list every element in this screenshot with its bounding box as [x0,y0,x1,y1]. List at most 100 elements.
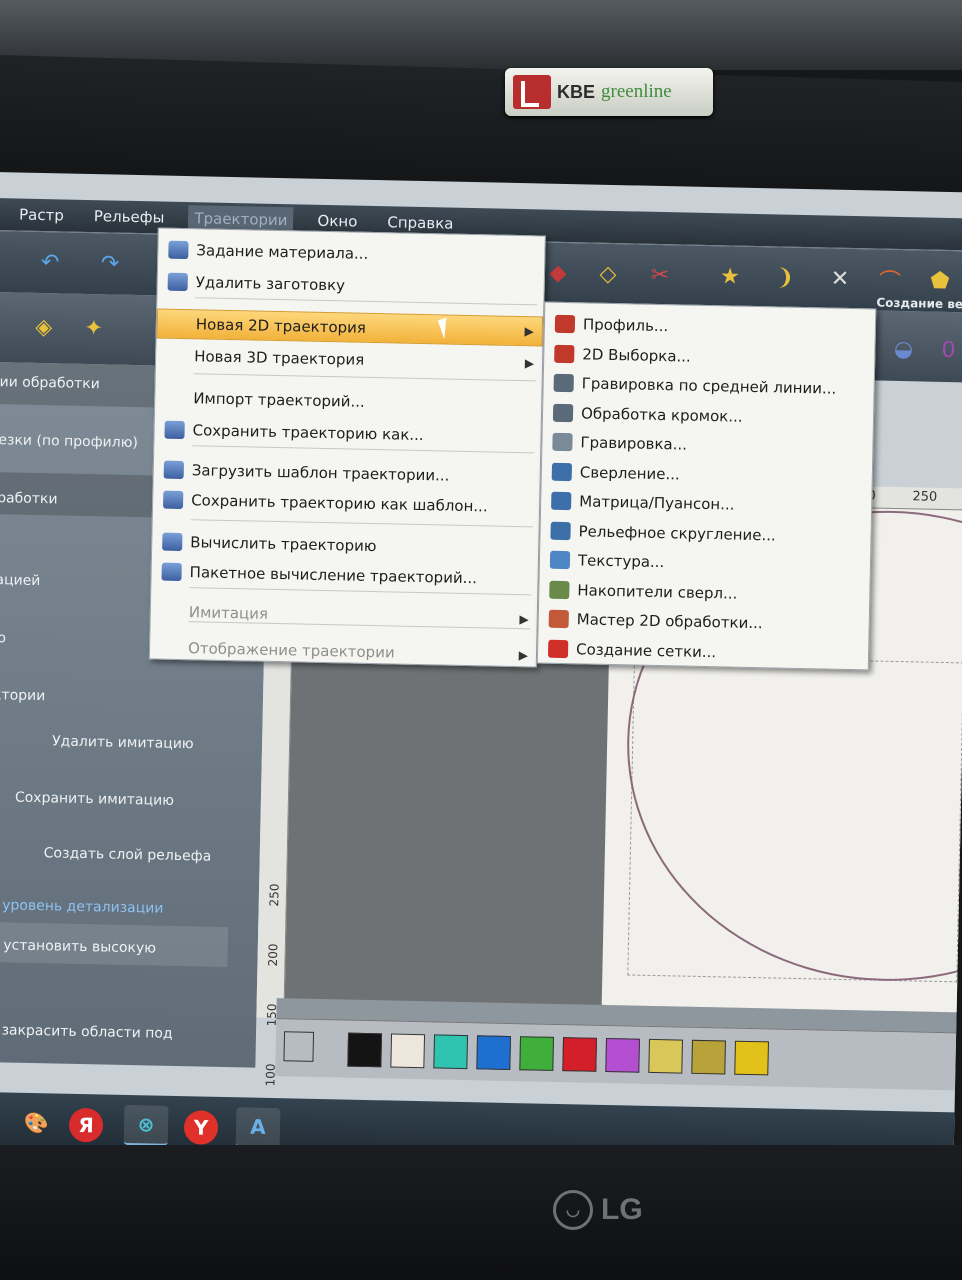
edge-icon [552,403,574,422]
new-2d-toolpath-submenu: Профиль... 2D Выборка... Гравировка по сре… [536,301,877,671]
lp-row[interactable]: езки (по профилю) [0,432,138,451]
color-swatch[interactable] [347,1032,383,1068]
bowl-icon[interactable]: ◒ [885,331,922,368]
toolbar-vector-icon[interactable]: ◇ [590,256,627,293]
menu-item-label: Пакетное вычисление траекторий... [189,563,478,588]
lg-logo-icon: ◡ [553,1190,593,1230]
toolbar-arc-icon[interactable]: ❩ [767,259,804,296]
drill-bank-icon [549,580,570,599]
toolpaths-menu: Задание материала... Удалить заготовку Нов… [148,227,546,668]
color-swatch[interactable] [433,1034,469,1070]
artcam-icon[interactable]: ⊗ [123,1104,169,1146]
submenu-item-label: Профиль... [582,315,669,336]
menu-item-label: Удалить заготовку [195,273,346,295]
batch-calculate-icon [161,562,182,582]
lp-row[interactable]: ии обработки [0,374,100,392]
toolbar-tools-icon[interactable]: ✂ [642,257,679,294]
yandex-browser-icon[interactable]: Y [183,1110,219,1145]
lg-logo: ◡ LG [553,1190,643,1230]
menu-item-label: Загрузить шаблон траектории... [191,461,450,485]
sparkle-icon[interactable]: ✦ [75,310,112,347]
grid-icon [547,639,569,658]
badge-line: greenline [601,81,672,102]
load-template-icon [163,460,184,480]
submenu-item-label: Матрица/Пуансон... [579,492,735,514]
zero-icon[interactable]: 0 [930,332,962,369]
yandex-icon[interactable]: Я [68,1107,104,1143]
detail-level-link[interactable]: й уровень детализации [0,897,164,917]
layer-icon[interactable]: ◈ [25,309,62,346]
blank-icon [166,347,186,365]
lp-row[interactable]: ацией [0,572,41,589]
toolpaths-menu-item[interactable]: Имитация ▶ [151,596,538,634]
color-swatch[interactable] [476,1035,512,1071]
color-swatch[interactable] [605,1038,640,1073]
menu-raster[interactable]: Растр [13,201,70,228]
kbe-logo-badge: KBE greenline [505,68,713,116]
menu-item-label: Импорт траекторий... [193,389,365,411]
toolpaths-menu-item[interactable]: Удалить заготовку [157,266,544,304]
submenu-arrow-icon: ▶ [524,356,535,371]
toolbar-curve-icon[interactable]: ⌒ [872,261,909,298]
menu-item-label: Сохранить траекторию как шаблон... [190,491,488,516]
submenu-item-label: Накопители сверл... [577,580,738,603]
save-simulation-button[interactable]: Сохранить имитацию [15,790,174,809]
calculate-icon [162,532,183,552]
toolbar-shape-icon[interactable]: ⬟ [922,262,959,299]
menu-item-label: Вычислить траекторию [190,533,377,556]
redo-icon[interactable]: ↷ [92,245,129,282]
submenu-arrow-icon: ▶ [518,648,529,663]
color-swatch[interactable] [734,1040,769,1076]
undo-icon[interactable]: ↶ [32,244,69,281]
create-relief-layer-button[interactable]: Создать слой рельефа [44,845,212,865]
submenu-item-label: Сверление... [579,462,680,483]
menu-item-label: Новая 2D траектория [195,315,367,337]
blank-icon [160,639,180,657]
submenu-item-label: Гравировка по средней линии... [581,374,837,398]
submenu-item[interactable]: Создание сетки... [538,633,869,670]
ruler-tick: 200 [265,943,281,967]
blank-icon [168,315,188,333]
drill-icon [551,462,573,481]
lp-hint: ы закрасить области под [0,1022,173,1042]
delete-simulation-button[interactable]: Удалить имитацию [52,733,194,752]
horizontal-ruler: 0 250 [867,486,962,511]
lg-brand: LG [601,1193,643,1226]
save-template-icon [162,490,184,510]
texture-icon [549,550,571,570]
color-swatch[interactable] [519,1036,555,1071]
toolpaths-menu-item[interactable]: Сохранить траекторию как... [154,414,541,452]
submenu-arrow-icon: ▶ [524,324,534,339]
submenu-item-label: Гравировка... [580,433,688,454]
lp-row[interactable]: работки [0,490,58,507]
submenu-item-label: Мастер 2D обработки... [576,610,763,633]
menu-item-label: Отображение траектории [187,639,395,662]
submenu-item-label: Обработка кромок... [580,403,743,426]
paint-icon[interactable]: 🎨 [14,1103,59,1144]
relief-fillet-icon [550,521,571,540]
current-color-swatch[interactable] [283,1031,315,1062]
color-swatch[interactable] [390,1033,426,1069]
toolbar-star-icon[interactable]: ★ [712,258,749,295]
pocket-icon [554,344,575,363]
color-swatch[interactable] [691,1039,726,1075]
artcam-app-icon[interactable]: A [235,1107,281,1149]
ruler-tick: 250 [912,489,938,505]
toolbar-cut-icon[interactable]: ✕ [822,260,859,297]
submenu-item-label: Рельефное скругление... [578,521,776,544]
submenu-item-label: Текстура... [577,551,665,572]
matrix-punch-icon [551,491,572,511]
delete-blank-icon [167,272,188,292]
centerline-engrave-icon [553,373,574,393]
monitor-bottom-bezel [0,1145,962,1280]
ruler-tick: 250 [267,883,282,907]
lp-row[interactable]: ктории [0,687,45,704]
color-swatch[interactable] [648,1038,683,1074]
lp-row[interactable]: ю [0,630,6,646]
menu-item-label: Задание материала... [196,241,369,263]
monitor-screen: Растр Рельефы Траектории Окно Справка ↶ … [0,172,962,1173]
color-swatch[interactable] [562,1037,597,1072]
menu-item-label: Имитация [188,603,269,623]
photo-stage: KBE greenline Растр Рельефы Траектории О… [0,0,962,1280]
material-icon [168,240,189,260]
